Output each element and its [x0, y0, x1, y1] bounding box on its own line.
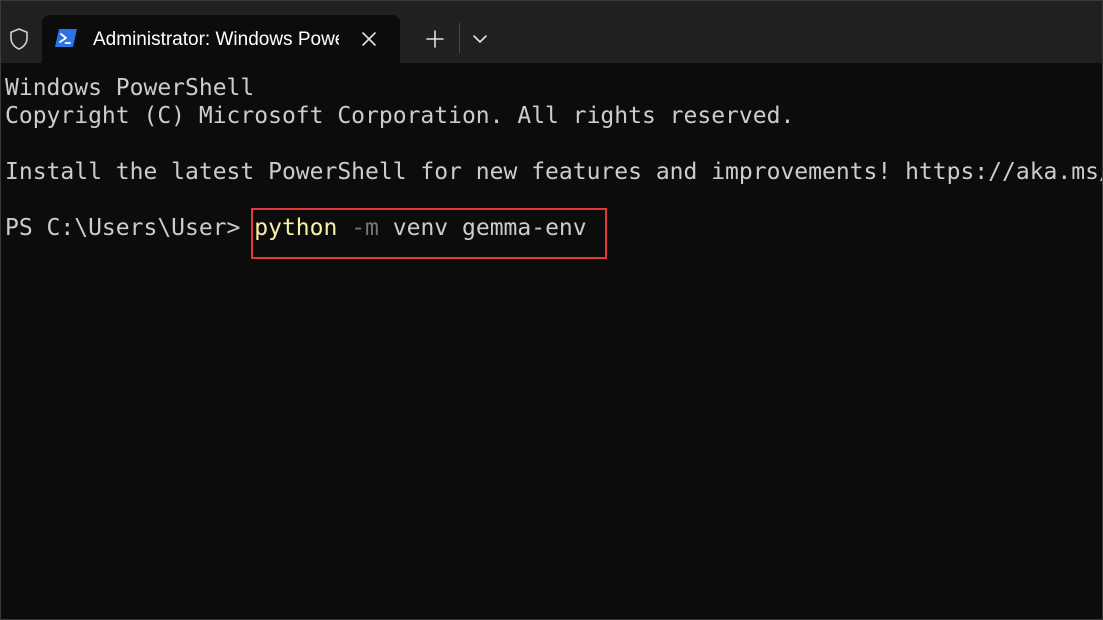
close-icon[interactable] [358, 28, 380, 50]
command-parameter: -m [351, 215, 379, 241]
terminal-line: Install the latest PowerShell for new fe… [5, 159, 1102, 185]
terminal-line: Windows PowerShell [5, 75, 255, 101]
chevron-down-icon[interactable] [467, 25, 493, 53]
titlebar-divider [459, 23, 460, 53]
terminal-line: Copyright (C) Microsoft Corporation. All… [5, 103, 795, 129]
title-bar: Administrator: Windows PowerShell [1, 1, 1102, 63]
terminal-output[interactable]: Windows PowerShell Copyright (C) Microso… [5, 74, 1102, 614]
tab-title: Administrator: Windows PowerShell [93, 29, 339, 50]
prompt-line: PS C:\Users\User> python -m venv gemma-e… [5, 214, 1102, 242]
tab-powershell[interactable]: Administrator: Windows PowerShell [42, 15, 400, 63]
terminal-window: Administrator: Windows PowerShell Window… [0, 0, 1103, 620]
prompt: PS C:\Users\User> [5, 215, 255, 241]
powershell-icon [55, 29, 77, 47]
command-name: python [254, 215, 338, 241]
shield-icon [10, 28, 28, 50]
command-arguments: venv gemma-env [392, 215, 587, 241]
plus-icon[interactable] [421, 25, 449, 53]
